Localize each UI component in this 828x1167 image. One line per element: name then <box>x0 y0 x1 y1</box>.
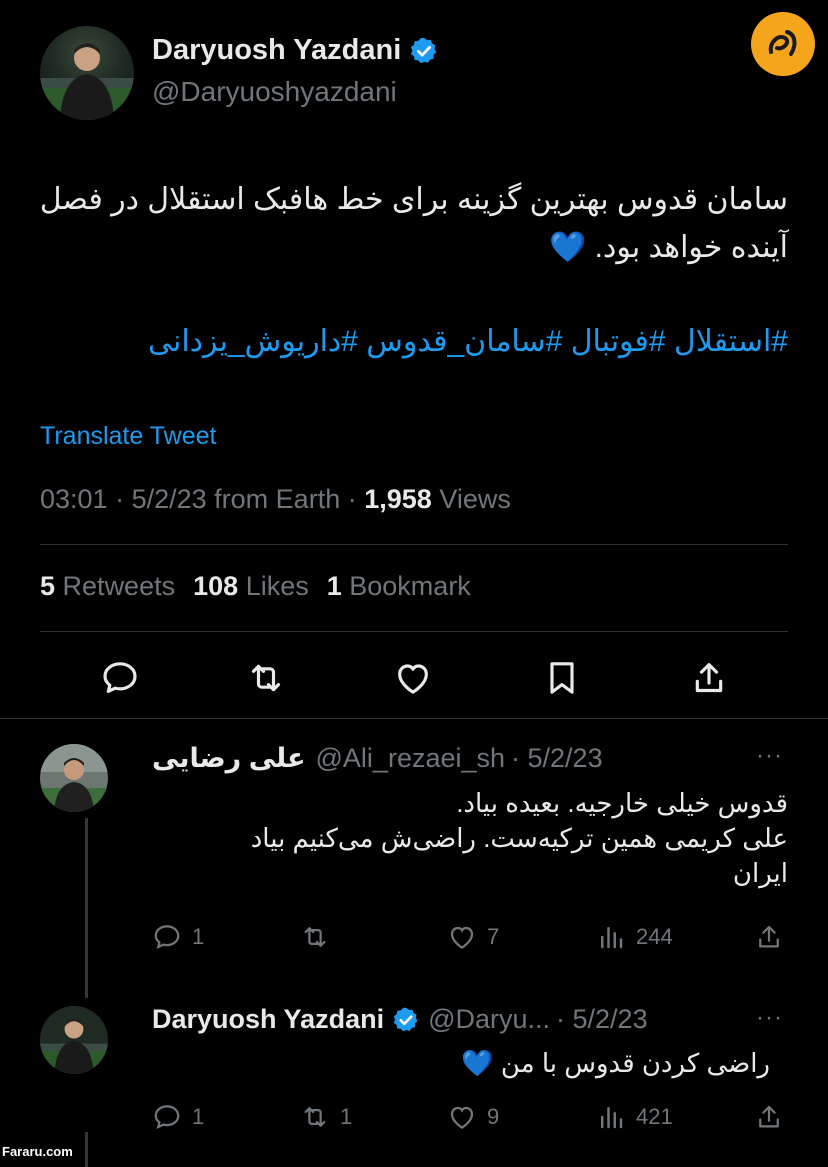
reply-1-more-icon[interactable]: ··· <box>756 742 783 770</box>
reply-2-like-action[interactable]: 9 <box>447 1102 499 1132</box>
avatar-photo-icon <box>40 1006 108 1074</box>
reply-1-reply-action[interactable]: 1 <box>152 922 204 952</box>
tweet-date[interactable]: 5/2/23 <box>132 484 207 514</box>
like-icon <box>450 926 474 949</box>
share-icon <box>759 1105 779 1128</box>
reply-2-share-action[interactable] <box>754 1102 784 1132</box>
reply-icon[interactable] <box>100 658 140 698</box>
likes-count: 108 <box>193 571 239 601</box>
reply-2-reply-count: 1 <box>192 1104 205 1129</box>
retweets-count: 5 <box>40 571 56 601</box>
main-author-handle[interactable]: @Daryuoshyazdani <box>152 76 397 108</box>
like-icon <box>450 1106 474 1129</box>
views-icon <box>601 927 623 949</box>
verified-badge-icon <box>393 1007 418 1031</box>
main-author-avatar[interactable] <box>40 26 134 120</box>
share-icon <box>759 925 779 948</box>
tweet-meta: 03:01 · 5/2/23 from Earth · 1,958 Views <box>40 484 511 514</box>
reply-1-like-count: 7 <box>487 924 500 949</box>
thread-line <box>85 818 88 998</box>
retweet-icon <box>304 1107 326 1127</box>
reply-icon <box>154 1105 180 1130</box>
translate-tweet-link[interactable]: Translate Tweet <box>40 422 216 451</box>
reply-2-date[interactable]: · 5/2/23 <box>556 1004 648 1035</box>
tweet-stats: 5 Retweets 108 Likes 1 Bookmark <box>40 571 471 602</box>
bookmark-icon[interactable] <box>542 658 582 698</box>
reply-2-more-icon[interactable]: ··· <box>756 1004 783 1032</box>
reply-2-avatar[interactable] <box>40 1006 108 1074</box>
retweet-icon[interactable] <box>246 658 286 698</box>
retweets-stat[interactable]: 5 Retweets <box>40 571 175 602</box>
reply-2-reply-action[interactable]: 1 <box>152 1102 204 1132</box>
likes-label: Likes <box>245 571 309 601</box>
retweets-label: Retweets <box>62 571 176 601</box>
reply-2-header: Daryuosh Yazdani @Daryu... · 5/2/23 <box>152 1004 648 1035</box>
likes-stat[interactable]: 108 Likes <box>193 571 309 602</box>
reply-2-retweet-count: 1 <box>340 1104 353 1129</box>
avatar-photo-icon <box>40 43 134 120</box>
reply-1-views-action[interactable]: 244 <box>596 922 673 952</box>
reply-1-avatar[interactable] <box>40 744 108 812</box>
share-icon[interactable] <box>689 658 729 698</box>
reply-1-header: علی رضایی @Ali_rezaei_sh · 5/2/23 <box>152 743 603 774</box>
reply-2-text: راضی کردن قدوس با من 💙 <box>461 1048 770 1078</box>
bookmarks-label: Bookmark <box>349 571 471 601</box>
avatar-photo-icon <box>40 744 108 812</box>
watermark: Fararu.com <box>2 1144 73 1159</box>
reply-1-line: قدوس خیلی خارجیه. بعیده بیاد. <box>456 788 788 818</box>
reply-1-reply-count: 1 <box>192 924 205 949</box>
reply-1-date[interactable]: · 5/2/23 <box>511 743 603 774</box>
reply-2-retweet-action[interactable]: 1 <box>300 1102 352 1132</box>
divider <box>0 718 828 719</box>
reply-1-retweet-action[interactable] <box>300 922 340 952</box>
tweet-source: from Earth <box>214 484 341 514</box>
tweet-time[interactable]: 03:01 <box>40 484 108 514</box>
tweet-hashtags[interactable]: #استقلال #فوتبال #سامان_قدوس #داریوش_یزد… <box>28 318 788 366</box>
verified-badge-icon <box>411 37 437 63</box>
tweet-body: سامان قدوس بهترین گزینه برای خط هافبک اس… <box>39 183 788 264</box>
retweet-icon <box>304 927 326 947</box>
thread-line <box>85 1132 88 1167</box>
fararu-logo-icon <box>768 30 797 56</box>
reply-1-line: ایران <box>732 858 788 888</box>
reply-2-view-count: 421 <box>636 1104 673 1129</box>
reply-1-line: علی کریمی همین ترکیه‌ست. راضی‌ش می‌کنیم … <box>250 823 788 853</box>
reply-1-view-count: 244 <box>636 924 673 949</box>
reply-2-author-handle[interactable]: @Daryu... <box>428 1004 550 1035</box>
divider <box>40 631 788 632</box>
views-count: 1,958 <box>364 484 432 514</box>
reply-1-share-action[interactable] <box>754 922 784 952</box>
reply-1-author-handle[interactable]: @Ali_rezaei_sh <box>316 743 506 774</box>
divider <box>40 544 788 545</box>
reply-1-author-name[interactable]: علی رضایی <box>152 743 306 774</box>
reply-icon <box>154 925 180 950</box>
reply-2-views-action[interactable]: 421 <box>596 1102 673 1132</box>
reply-1-like-action[interactable]: 7 <box>447 922 499 952</box>
main-author-name-row[interactable]: Daryuosh Yazdani <box>152 34 439 67</box>
bookmarks-stat[interactable]: 1 Bookmark <box>327 571 471 602</box>
reply-2-like-count: 9 <box>487 1104 500 1129</box>
reply-2-author-name[interactable]: Daryuosh Yazdani <box>152 1004 384 1035</box>
reply-1-text: قدوس خیلی خارجیه. بعیده بیاد. علی کریمی … <box>158 786 788 891</box>
main-author-name[interactable]: Daryuosh Yazdani <box>152 34 401 67</box>
views-label: Views <box>439 484 511 514</box>
like-icon[interactable] <box>393 658 433 698</box>
fararu-logo <box>751 12 815 76</box>
views-icon <box>601 1107 623 1129</box>
bookmarks-count: 1 <box>326 571 342 601</box>
